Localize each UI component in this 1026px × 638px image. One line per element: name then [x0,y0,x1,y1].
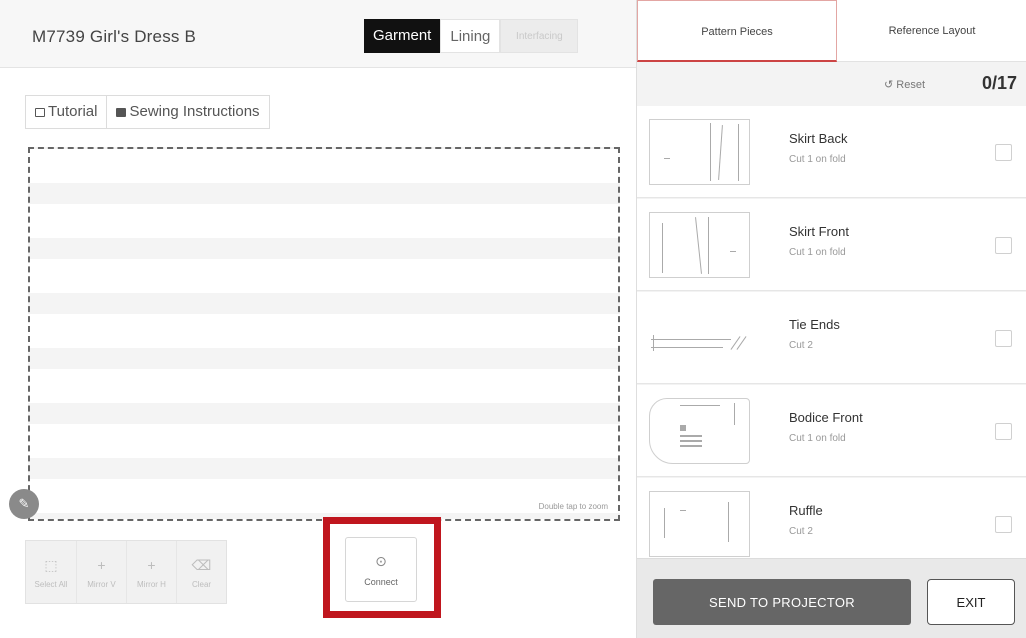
piece-checkbox[interactable] [995,423,1012,440]
piece-cut-info: Cut 2 [789,526,813,537]
piece-thumbnail [649,119,750,185]
piece-thumbnail [649,212,750,278]
piece-item[interactable]: Bodice Front Cut 1 on fold [637,385,1026,477]
pieces-status-bar: ↺ Reset 0/17 [637,62,1026,106]
help-tabs: Tutorial Sewing Instructions [25,95,270,129]
segment-lining[interactable]: Lining [440,19,501,53]
piece-item[interactable]: Skirt Front Cut 1 on fold [637,199,1026,291]
tab-reference-layout[interactable]: Reference Layout [837,0,1026,62]
piece-checkbox[interactable] [995,516,1012,533]
piece-name: Skirt Back [789,131,848,146]
mirror-horizontal-icon: + [147,556,156,573]
piece-item[interactable]: Tie Ends Cut 2 [637,292,1026,384]
mirror-h-label: Mirror H [137,579,166,589]
pieces-footer: SEND TO PROJECTOR EXIT [637,558,1026,638]
clear-button[interactable]: ⌫ Clear [176,541,226,603]
pattern-pieces-list: Skirt Back Cut 1 on fold Skirt Front Cut… [637,106,1026,558]
workspace-pane: M7739 Girl's Dress B Garment Lining Inte… [0,0,636,638]
mirror-vertical-icon: + [97,556,106,573]
tab-pattern-pieces[interactable]: Pattern Pieces [637,0,837,62]
piece-name: Bodice Front [789,410,863,425]
reset-icon: ↺ [884,79,894,91]
zoom-hint: Double tap to zoom [538,502,608,511]
segment-garment[interactable]: Garment [364,19,441,53]
select-all-button[interactable]: ⬚ Select All [26,541,76,603]
tutorial-tab[interactable]: Tutorial [26,96,106,128]
piece-checkbox[interactable] [995,144,1012,161]
connect-label: Connect [364,576,398,587]
select-icon: ⬚ [44,556,58,573]
right-tabs: Pattern Pieces Reference Layout [637,0,1026,62]
piece-cut-info: Cut 2 [789,340,813,351]
tutorial-label: Tutorial [48,103,98,120]
pieces-pane: Pattern Pieces Reference Layout ↺ Reset … [636,0,1026,638]
pencil-icon[interactable]: ✎ [9,489,39,519]
piece-item[interactable]: Ruffle Cut 2 [637,478,1026,558]
segment-interfacing[interactable]: Interfacing [500,19,579,53]
piece-checkbox[interactable] [995,237,1012,254]
clear-icon: ⌫ [191,556,212,573]
mirror-h-button[interactable]: + Mirror H [126,541,176,603]
piece-checkbox[interactable] [995,330,1012,347]
piece-thumbnail [649,398,750,464]
piece-cut-info: Cut 1 on fold [789,433,846,444]
video-icon [35,107,45,117]
piece-item[interactable]: Skirt Back Cut 1 on fold [637,106,1026,198]
piece-name: Skirt Front [789,224,849,239]
piece-thumbnail [649,305,750,371]
mirror-v-button[interactable]: + Mirror V [76,541,126,603]
reset-label: Reset [896,79,926,91]
piece-cut-info: Cut 1 on fold [789,247,846,258]
exit-button[interactable]: EXIT [927,579,1015,625]
layer-segmented-control: Garment Lining Interfacing [364,19,579,53]
clear-label: Clear [191,579,212,589]
connect-button[interactable]: ⊙ Connect [345,537,417,602]
projection-canvas[interactable]: Double tap to zoom [28,147,620,521]
pieces-count: 0/17 [981,73,1017,93]
pattern-title: M7739 Girl's Dress B [32,27,197,46]
send-to-projector-button[interactable]: SEND TO PROJECTOR [653,579,911,625]
select-all-label: Select All [34,579,68,589]
canvas-toolbar: ⬚ Select All + Mirror V + Mirror H ⌫ Cle… [25,540,227,604]
document-icon [116,107,127,117]
mirror-v-label: Mirror V [87,579,116,589]
piece-name: Ruffle [789,503,823,518]
piece-cut-info: Cut 1 on fold [789,154,846,165]
piece-thumbnail [649,491,750,557]
piece-name: Tie Ends [789,317,840,332]
reset-button[interactable]: ↺ Reset [884,78,925,91]
top-bar: M7739 Girl's Dress B Garment Lining Inte… [0,0,636,68]
connect-icon: ⊙ [375,552,387,569]
sewing-instructions-tab[interactable]: Sewing Instructions [106,96,268,128]
sewing-instructions-label: Sewing Instructions [129,103,260,120]
